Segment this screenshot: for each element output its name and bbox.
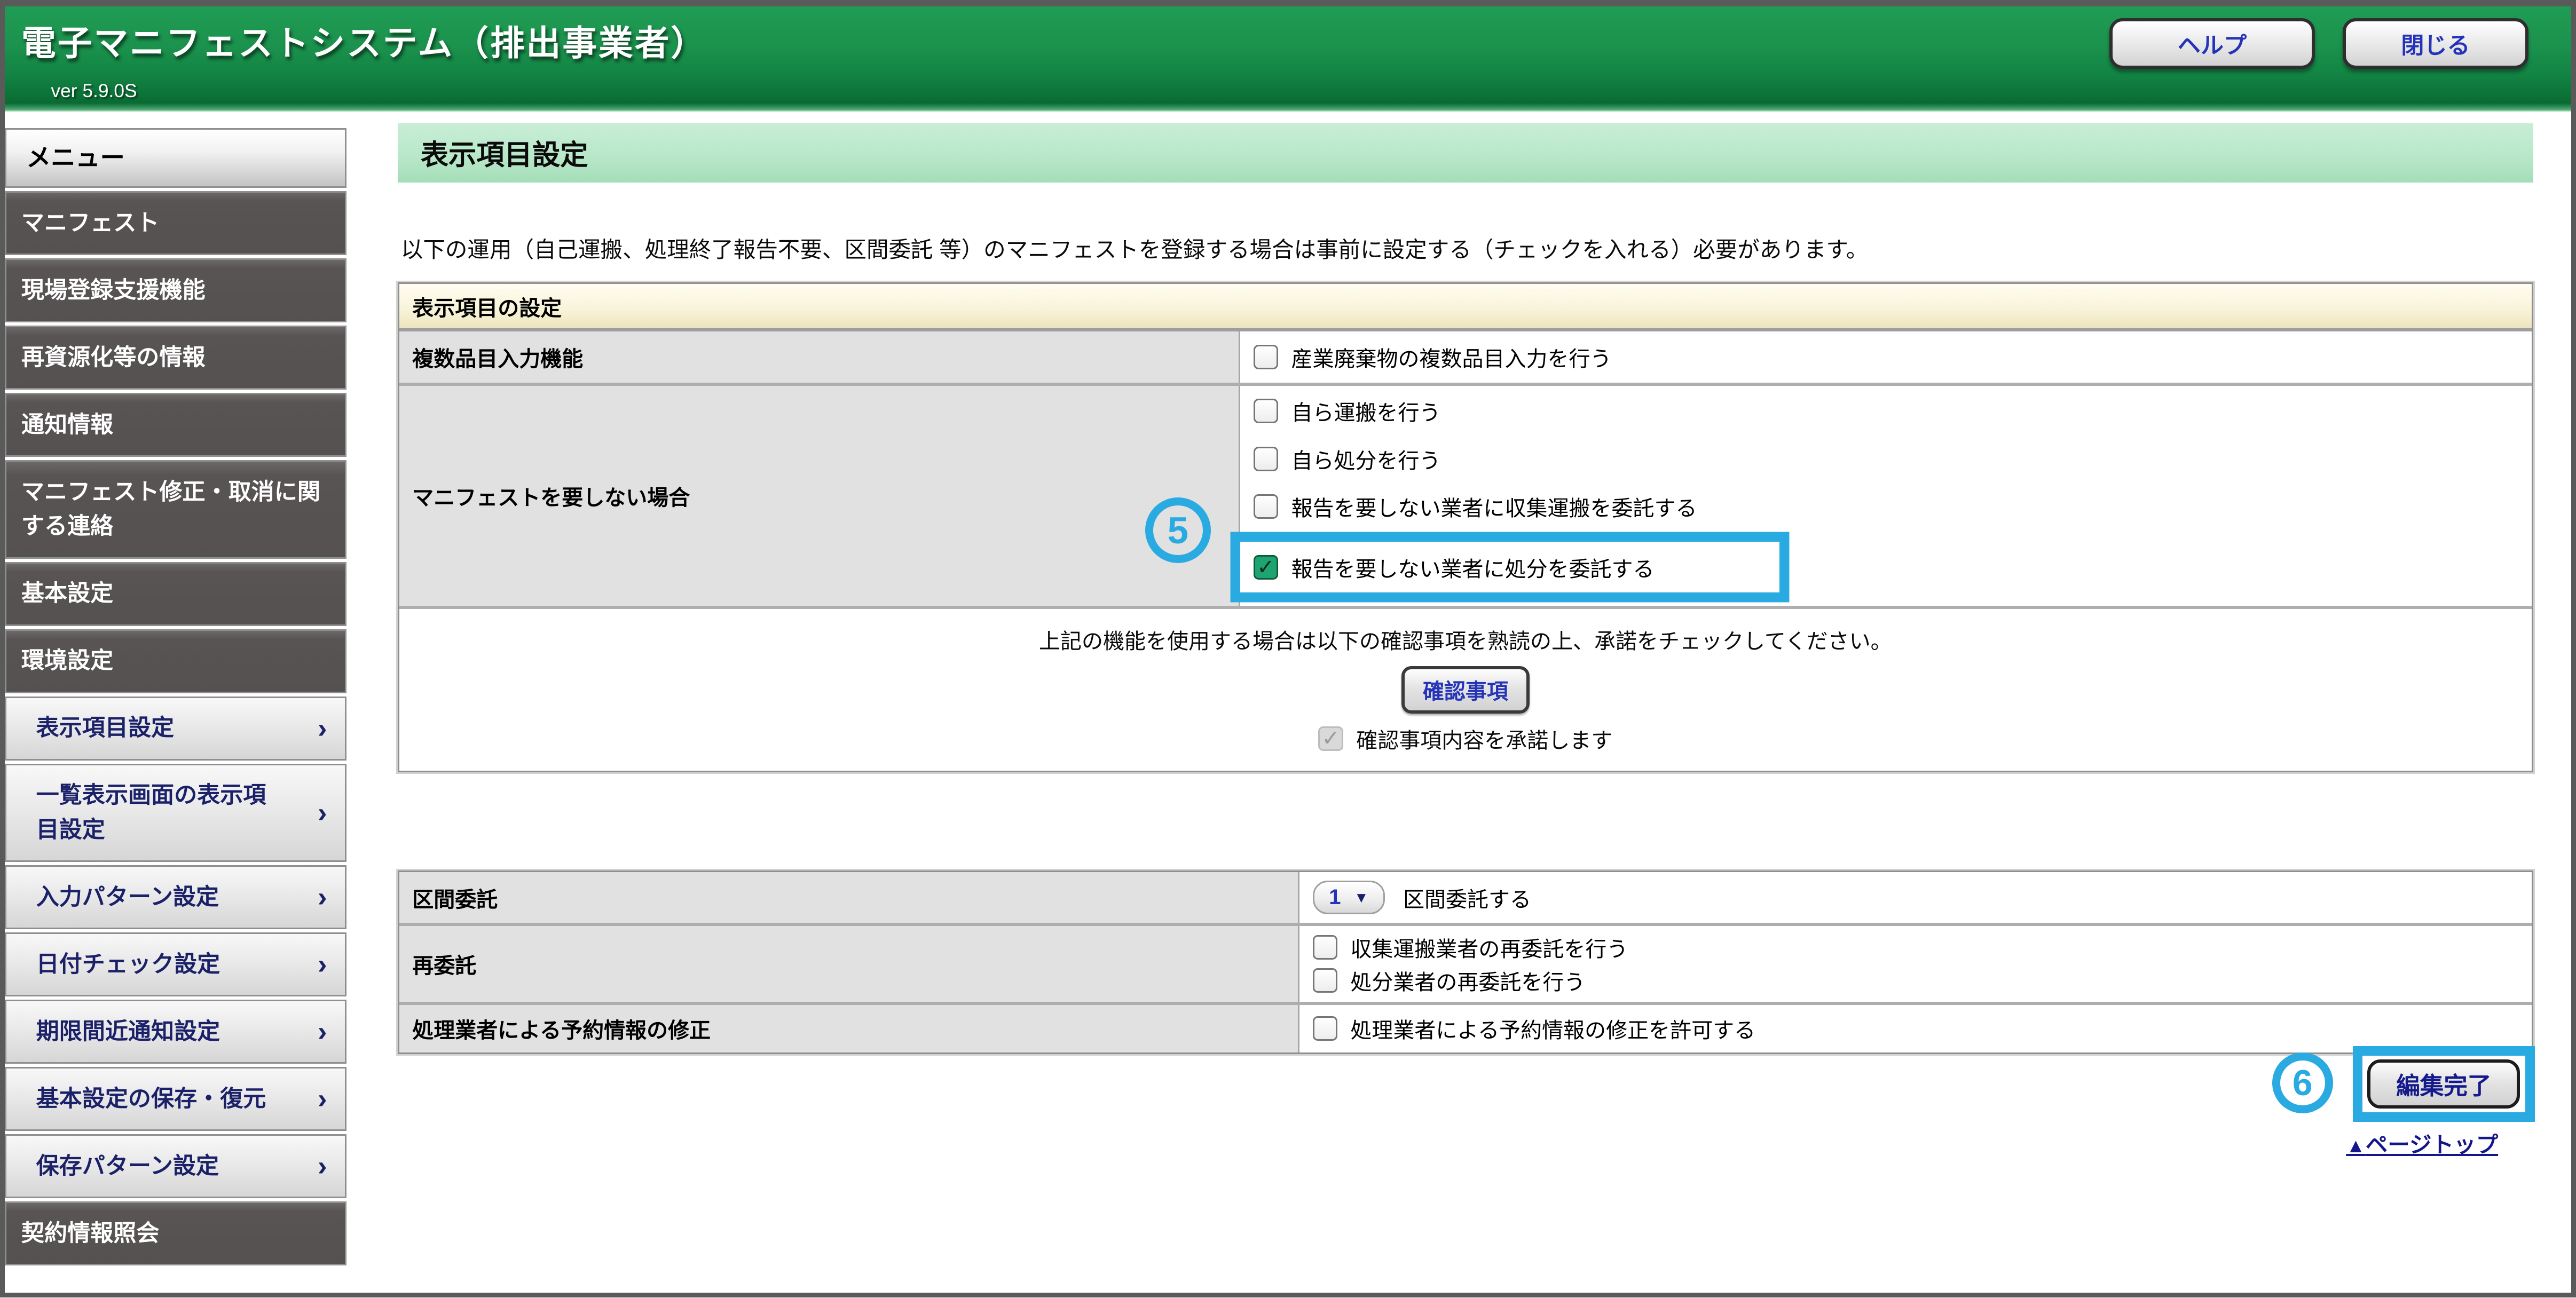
sidebar-item-label: 期限間近通知設定 xyxy=(36,1019,220,1044)
delegation-settings-table: 区間委託 1 ▼ 区間委託する 再委託 収集運搬業者の再委託を行う xyxy=(398,870,2533,1054)
checkbox-row: 収集運搬業者の再委託を行う xyxy=(1299,931,2532,964)
sidebar-item-site-registration[interactable]: 現場登録支援機能 xyxy=(5,258,346,322)
checkbox-checked[interactable]: ✓ xyxy=(1254,555,1278,580)
confirmation-items-button[interactable]: 確認事項 xyxy=(1401,666,1530,713)
checkbox-label: 処分業者の再委託を行う xyxy=(1350,965,1585,996)
dropdown-option-label: 区間委託する xyxy=(1403,882,1531,913)
checkbox-unchecked[interactable] xyxy=(1254,447,1278,471)
checkbox-label: 報告を要しない業者に処分を委託する xyxy=(1291,552,1655,583)
sidebar-item-label: 日付チェック設定 xyxy=(36,952,220,977)
checkbox-row: 産業廃棄物の複数品目入力を行う xyxy=(1240,333,2532,381)
checkbox-label: 産業廃棄物の複数品目入力を行う xyxy=(1291,342,1612,373)
annotation-step-6: 6 xyxy=(2272,1052,2333,1113)
sidebar-item-label: 保存パターン設定 xyxy=(36,1153,219,1179)
table-row-multiple-items: 複数品目入力機能 産業廃棄物の複数品目入力を行う xyxy=(399,328,2532,382)
check-icon: ✓ xyxy=(1322,728,1340,749)
dropdown-arrow-icon: ▼ xyxy=(1354,889,1368,906)
chevron-right-icon: › xyxy=(318,944,327,985)
display-settings-table: 表示項目の設定 複数品目入力機能 産業廃棄物の複数品目入力を行う マニフェストを… xyxy=(398,282,2533,772)
sidebar-item-display-item-settings[interactable]: 表示項目設定 › xyxy=(5,697,346,761)
checkbox-unchecked[interactable] xyxy=(1313,1016,1337,1041)
row-label: マニフェストを要しない場合 xyxy=(399,386,1241,606)
edit-complete-button[interactable]: 編集完了 xyxy=(2367,1059,2520,1109)
checkbox-row: 処理業者による予約情報の修正を許可する xyxy=(1299,1007,1755,1051)
sidebar-item-manifest-correction[interactable]: マニフェスト修正・取消に関する連絡 xyxy=(5,460,346,558)
checkbox-label: 自ら処分を行う xyxy=(1291,444,1441,474)
table-header: 表示項目の設定 xyxy=(399,284,2532,328)
table-row-section-delegation: 区間委託 1 ▼ 区間委託する xyxy=(399,872,2532,923)
page-top-link[interactable]: ▲ページトップ xyxy=(2346,1127,2498,1159)
app-header: 電子マニフェストシステム（排出事業者） ver 5.9.0S ヘルプ 閉じる xyxy=(5,6,2571,112)
sidebar-item-label: 基本設定の保存・復元 xyxy=(36,1086,266,1112)
sidebar-menu-title: メニュー xyxy=(5,128,346,188)
checkbox-label: 処理業者による予約情報の修正を許可する xyxy=(1350,1013,1755,1044)
annotation-step-5: 5 xyxy=(1145,497,1211,563)
table-row-reservation-correction: 処理業者による予約情報の修正 処理業者による予約情報の修正を許可する xyxy=(399,1002,2532,1052)
page-description: 以下の運用（自己運搬、処理終了報告不要、区間委託 等）のマニフェストを登録する場… xyxy=(401,232,1868,264)
row-label: 複数品目入力機能 xyxy=(399,331,1241,382)
sidebar-item-label: 入力パターン設定 xyxy=(36,884,219,910)
sidebar-item-date-check-settings[interactable]: 日付チェック設定 › xyxy=(5,932,346,996)
accept-label: 確認事項内容を承諾します xyxy=(1356,723,1612,754)
help-button[interactable]: ヘルプ xyxy=(2109,18,2315,69)
dropdown-value: 1 xyxy=(1329,885,1341,909)
page-title: 表示項目設定 xyxy=(398,123,2533,183)
chevron-right-icon: › xyxy=(318,1011,327,1052)
sidebar-item-environment-settings[interactable]: 環境設定 xyxy=(5,629,346,693)
checkbox-label: 報告を要しない業者に収集運搬を委託する xyxy=(1291,491,1697,522)
table-row-no-manifest: マニフェストを要しない場合 自ら運搬を行う 自ら処分を行う 報告を要しない業者に… xyxy=(399,383,2532,606)
dropdown-row: 1 ▼ 区間委託する xyxy=(1299,874,2532,921)
checkbox-unchecked[interactable] xyxy=(1254,494,1278,519)
check-icon: ✓ xyxy=(1257,557,1275,578)
triangle-up-icon: ▲ xyxy=(2346,1135,2366,1157)
chevron-right-icon: › xyxy=(318,707,327,749)
sidebar-item-list-display-settings[interactable]: 一覧表示画面の表示項目設定 › xyxy=(5,764,346,862)
highlight-box: 編集完了 xyxy=(2353,1046,2535,1122)
confirmation-note: 上記の機能を使用する場合は以下の確認事項を熟読の上、承諾をチェックしてください。 xyxy=(399,624,2532,655)
checkbox-row: 自ら運搬を行う xyxy=(1240,387,2532,435)
checkbox-unchecked[interactable] xyxy=(1313,968,1337,993)
close-button[interactable]: 閉じる xyxy=(2343,18,2528,69)
row-label: 区間委託 xyxy=(399,872,1299,923)
sidebar-item-label: 一覧表示画面の表示項目設定 xyxy=(36,782,266,843)
app-version: ver 5.9.0S xyxy=(51,81,137,102)
sidebar-item-manifest[interactable]: マニフェスト xyxy=(5,191,346,255)
sidebar-item-deadline-notification-settings[interactable]: 期限間近通知設定 › xyxy=(5,1000,346,1064)
checkbox-row-highlighted: ✓ 報告を要しない業者に処分を委託する xyxy=(1240,542,1779,592)
row-label: 処理業者による予約情報の修正 xyxy=(399,1005,1299,1052)
chevron-right-icon: › xyxy=(318,876,327,918)
checkbox-label: 自ら運搬を行う xyxy=(1291,395,1441,426)
section-count-dropdown[interactable]: 1 ▼ xyxy=(1313,881,1385,914)
accept-row: ✓ 確認事項内容を承諾します xyxy=(399,723,2532,754)
sidebar-item-input-pattern-settings[interactable]: 入力パターン設定 › xyxy=(5,865,346,929)
chevron-right-icon: › xyxy=(318,1078,327,1120)
checkbox-row: 自ら処分を行う xyxy=(1240,435,2532,482)
checkbox-accept-disabled-checked[interactable]: ✓ xyxy=(1318,726,1343,751)
checkbox-label: 収集運搬業者の再委託を行う xyxy=(1350,932,1628,963)
checkbox-row: 処分業者の再委託を行う xyxy=(1299,964,2532,997)
app-window: 電子マニフェストシステム（排出事業者） ver 5.9.0S ヘルプ 閉じる メ… xyxy=(0,0,2576,1297)
sidebar-item-notification-info[interactable]: 通知情報 xyxy=(5,393,346,457)
sidebar-item-save-pattern-settings[interactable]: 保存パターン設定 › xyxy=(5,1134,346,1198)
chevron-right-icon: › xyxy=(318,1145,327,1187)
row-label: 再委託 xyxy=(399,926,1299,1002)
table-row-redelegation: 再委託 収集運搬業者の再委託を行う 処分業者の再委託を行う xyxy=(399,923,2532,1002)
confirmation-section: 上記の機能を使用する場合は以下の確認事項を熟読の上、承諾をチェックしてください。… xyxy=(399,606,2532,771)
page-top-label: ページトップ xyxy=(2366,1132,2498,1157)
sidebar-item-recycling-info[interactable]: 再資源化等の情報 xyxy=(5,326,346,390)
sidebar-item-label: 表示項目設定 xyxy=(36,715,174,741)
sidebar: メニュー マニフェスト 現場登録支援機能 再資源化等の情報 通知情報 マニフェス… xyxy=(5,128,346,1269)
checkbox-row: 報告を要しない業者に収集運搬を委託する xyxy=(1240,482,2532,530)
app-title: 電子マニフェストシステム（排出事業者） xyxy=(21,15,707,65)
chevron-right-icon: › xyxy=(318,792,327,834)
checkbox-unchecked[interactable] xyxy=(1254,399,1278,423)
sidebar-item-basic-settings-save-restore[interactable]: 基本設定の保存・復元 › xyxy=(5,1067,346,1131)
sidebar-item-basic-settings[interactable]: 基本設定 xyxy=(5,562,346,626)
sidebar-item-contract-info[interactable]: 契約情報照会 xyxy=(5,1201,346,1265)
checkbox-unchecked[interactable] xyxy=(1254,345,1278,369)
checkbox-unchecked[interactable] xyxy=(1313,935,1337,960)
